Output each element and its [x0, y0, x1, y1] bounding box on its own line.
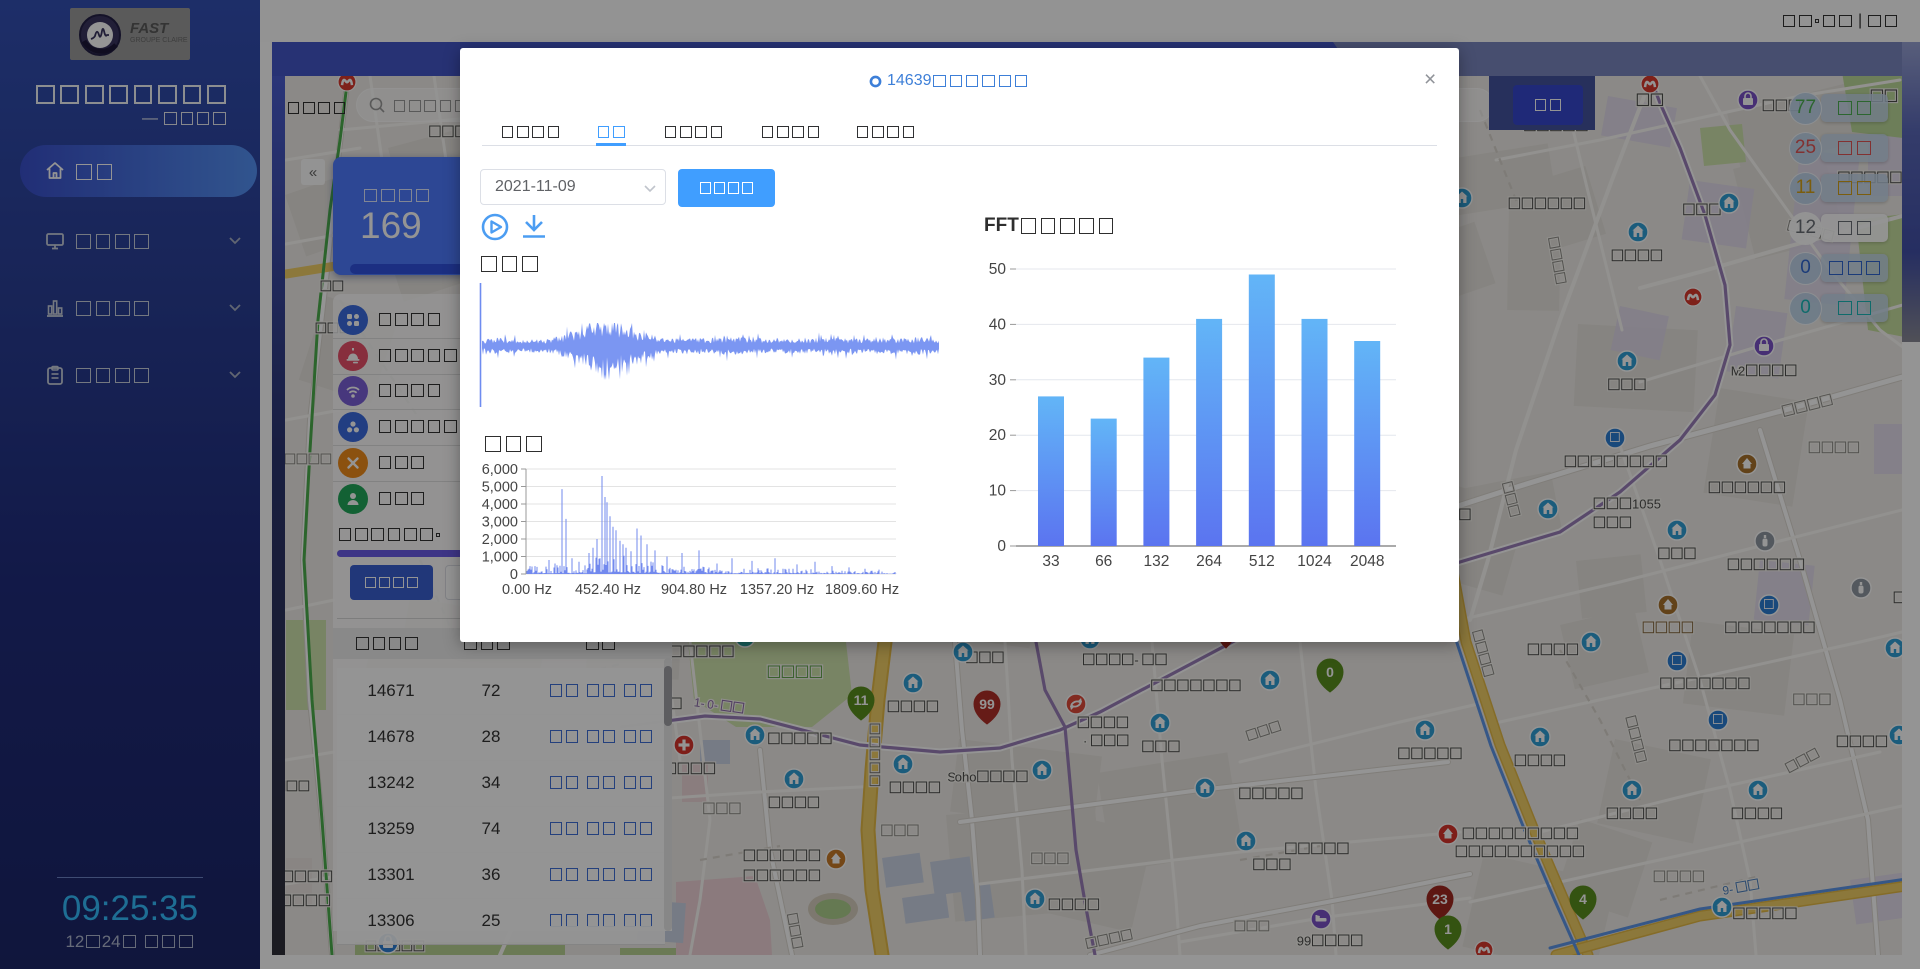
- svg-text:1357.20 Hz: 1357.20 Hz: [740, 582, 814, 598]
- svg-text:33: 33: [1042, 553, 1059, 570]
- svg-text:66: 66: [1095, 553, 1112, 570]
- svg-text:40: 40: [989, 316, 1007, 333]
- svg-text:0: 0: [997, 538, 1006, 555]
- svg-text:10: 10: [989, 483, 1007, 500]
- svg-text:6,000: 6,000: [482, 462, 518, 478]
- svg-text:3,000: 3,000: [482, 515, 518, 531]
- svg-text:1809.60 Hz: 1809.60 Hz: [825, 582, 899, 598]
- svg-text:1,000: 1,000: [482, 550, 518, 566]
- svg-text:1024: 1024: [1297, 553, 1332, 570]
- svg-text:0.00 Hz: 0.00 Hz: [502, 582, 552, 598]
- svg-text:30: 30: [989, 372, 1007, 389]
- svg-text:20: 20: [989, 427, 1007, 444]
- svg-text:132: 132: [1143, 553, 1169, 570]
- svg-text:2,000: 2,000: [482, 532, 518, 548]
- svg-text:4,000: 4,000: [482, 497, 518, 513]
- svg-text:264: 264: [1196, 553, 1222, 570]
- svg-text:0: 0: [510, 567, 518, 583]
- svg-text:5,000: 5,000: [482, 480, 518, 496]
- svg-text:904.80 Hz: 904.80 Hz: [661, 582, 727, 598]
- svg-text:512: 512: [1249, 553, 1275, 570]
- svg-text:452.40 Hz: 452.40 Hz: [575, 582, 641, 598]
- svg-text:2048: 2048: [1350, 553, 1384, 570]
- svg-text:50: 50: [989, 261, 1007, 278]
